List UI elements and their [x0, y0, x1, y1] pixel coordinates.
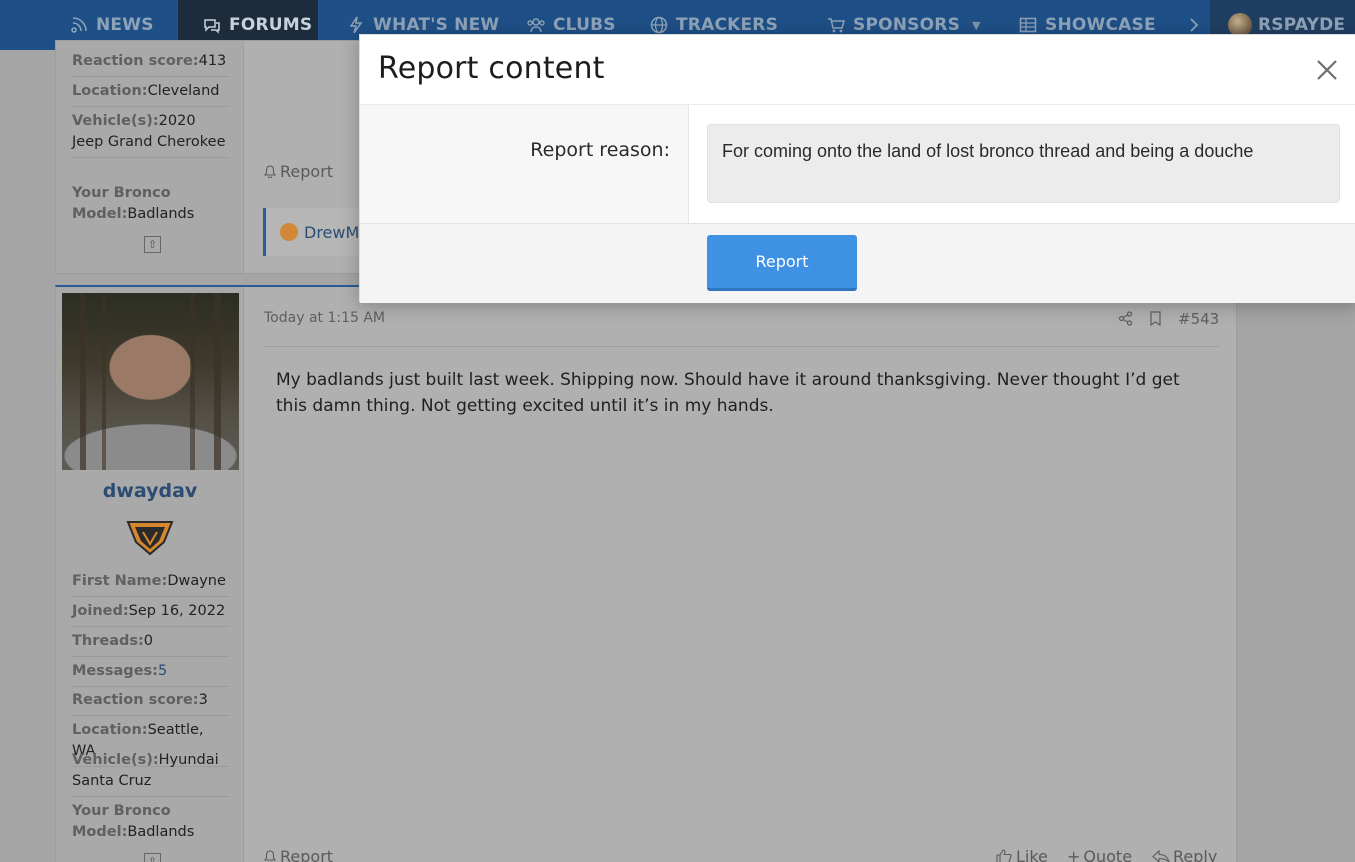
dialog-title: Report content — [378, 51, 605, 86]
avatar-photo — [62, 293, 239, 470]
report-label: Report — [280, 162, 334, 181]
globe-icon — [650, 16, 668, 34]
post-username[interactable]: dwaydav — [56, 480, 244, 502]
scroll-up-icon[interactable]: ⇧ — [144, 236, 161, 253]
user-field-key: Location: — [72, 722, 148, 738]
user-field: Reaction score:3 — [72, 690, 230, 716]
user-field: Joined:Sep 16, 2022 — [72, 601, 230, 627]
post-number-link[interactable]: #543 — [1178, 310, 1219, 328]
reply-icon — [1152, 849, 1170, 862]
nav-clubs-label: CLUBS — [553, 15, 616, 35]
nav-username: RSPAYDE — [1258, 15, 1346, 35]
bolt-icon — [349, 16, 363, 34]
user-field-value-link[interactable]: 5 — [158, 663, 167, 679]
user-field: Your Bronco Model:Badlands — [72, 801, 230, 847]
forums-icon — [204, 19, 220, 34]
report-reason-input[interactable]: For coming onto the land of lost bronco … — [707, 124, 1340, 203]
nav-news-label: NEWS — [96, 15, 154, 35]
report-reason-label: Report reason: — [530, 139, 670, 161]
dialog-footer: Report — [360, 224, 1355, 303]
chevron-right-icon — [1190, 18, 1199, 32]
post-header-divider — [264, 346, 1219, 347]
user-field-value: Badlands — [127, 206, 195, 222]
report-label: Report — [280, 847, 334, 862]
user-field-value: 413 — [198, 53, 227, 69]
user-field: Threads:0 — [72, 631, 230, 657]
cart-icon — [828, 18, 845, 33]
post-body: My badlands just built last week. Shippi… — [276, 370, 1180, 416]
user-avatar-large[interactable] — [62, 293, 239, 470]
bell-icon — [264, 165, 276, 178]
user-field-value: Sep 16, 2022 — [128, 603, 226, 619]
bell-icon — [264, 850, 276, 862]
like-button[interactable]: Like — [996, 847, 1048, 862]
user-field-value: Dwayne — [167, 573, 226, 589]
post-user-info: dwaydav First Name:Dwayne Joined:Sep 16,… — [56, 287, 244, 862]
user-field-value: Badlands — [127, 824, 195, 840]
nav-showcase-label: SHOWCASE — [1045, 15, 1156, 35]
post-543: dwaydav First Name:Dwayne Joined:Sep 16,… — [55, 285, 1237, 862]
previous-post-report-link[interactable]: Report — [264, 162, 333, 181]
user-field-key: Vehicle(s): — [72, 752, 159, 768]
user-field-key: Reaction score: — [72, 692, 199, 708]
close-icon[interactable] — [1314, 57, 1340, 83]
report-submit-button[interactable]: Report — [707, 235, 857, 291]
chevron-down-icon[interactable]: ▼ — [972, 19, 981, 32]
scroll-up-icon[interactable]: ⇧ — [144, 853, 161, 862]
user-field: Reaction score:413 — [72, 51, 230, 77]
user-field-value: 0 — [143, 633, 154, 649]
thumbs-up-icon — [996, 849, 1012, 862]
user-field-key: First Name: — [72, 573, 168, 589]
user-field-key: Messages: — [72, 663, 158, 679]
user-field-key: Location: — [72, 83, 148, 99]
report-reason-label-column: Report reason: — [360, 105, 689, 223]
user-field-value: Cleveland — [147, 83, 220, 99]
user-field-key: Threads: — [72, 633, 144, 649]
quote-label: Quote — [1083, 847, 1133, 862]
user-field: Your Bronco Model:Badlands — [72, 183, 230, 229]
nav-forums-label: FORUMS — [229, 15, 313, 35]
like-label: Like — [1016, 847, 1048, 862]
bookmark-icon[interactable] — [1149, 311, 1162, 326]
badlands-badge-icon — [126, 521, 174, 556]
clubs-icon — [527, 18, 545, 33]
user-field-key: Vehicle(s): — [72, 113, 159, 129]
user-field-key: Joined: — [72, 603, 129, 619]
previous-post-user-info: Reaction score:413 Location:Cleveland Ve… — [56, 41, 244, 273]
user-field: Vehicle(s):2020 Jeep Grand Cherokee — [72, 111, 230, 158]
reply-button[interactable]: Reply — [1152, 847, 1217, 862]
reply-label: Reply — [1173, 847, 1218, 862]
quote-button[interactable]: + Quote — [1067, 847, 1132, 862]
nav-trackers-label: TRACKERS — [676, 15, 779, 35]
user-field: Vehicle(s):Hyundai Santa Cruz — [72, 750, 230, 797]
user-field: Messages:5 — [72, 661, 230, 687]
nav-sponsors-label: SPONSORS — [853, 15, 961, 35]
post-report-link[interactable]: Report — [264, 847, 333, 862]
report-reason-row: Report reason: For coming onto the land … — [360, 105, 1355, 223]
nav-whats-new-label: WHAT'S NEW — [373, 15, 500, 35]
emoji-icon — [280, 223, 298, 241]
plus-icon: + — [1067, 847, 1081, 862]
user-field-key: Reaction score: — [72, 53, 199, 69]
share-icon[interactable] — [1118, 311, 1133, 326]
grid-icon — [1019, 17, 1037, 33]
user-field: First Name:Dwayne — [72, 571, 230, 597]
post-timestamp[interactable]: Today at 1:15 AM — [264, 310, 385, 326]
user-field-value: 3 — [198, 692, 208, 708]
news-icon — [71, 17, 87, 33]
report-content-dialog: Report content Report reason: For coming… — [359, 34, 1355, 303]
user-field: Location:Cleveland — [72, 81, 230, 107]
